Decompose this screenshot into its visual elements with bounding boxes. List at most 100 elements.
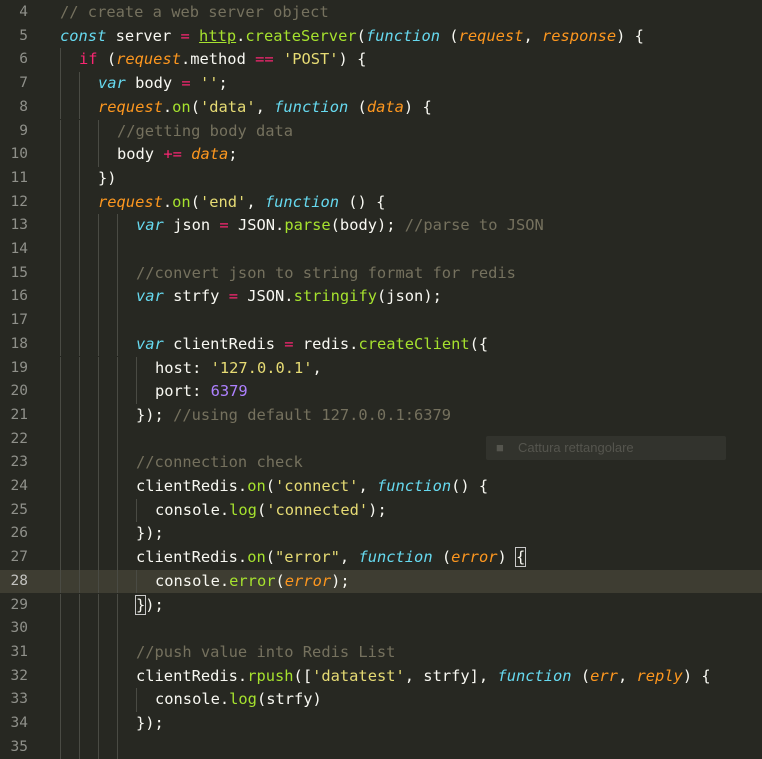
code-token: ); xyxy=(368,500,387,519)
code-token: if xyxy=(79,50,98,69)
code-line[interactable]: 17 xyxy=(0,309,762,333)
code-text[interactable]: console.error(error); xyxy=(155,570,350,594)
code-text[interactable]: //getting body data xyxy=(117,120,293,144)
code-line[interactable]: 18 var clientRedis = redis.createClient({ xyxy=(0,332,762,357)
code-token: rpush xyxy=(247,666,294,685)
line-number: 8 xyxy=(19,98,28,115)
code-text[interactable]: var strfy = JSON.stringify(json); xyxy=(136,285,442,309)
code-line[interactable]: 9 //getting body data xyxy=(0,119,762,144)
code-token: stringify xyxy=(293,287,377,306)
code-line[interactable]: 16 var strfy = JSON.stringify(json); xyxy=(0,285,762,310)
code-line[interactable]: 26}); xyxy=(0,522,762,547)
code-line[interactable]: 6 if (request.method == 'POST') { xyxy=(0,48,762,73)
code-token: ( xyxy=(97,50,117,69)
indent-guide xyxy=(60,475,61,499)
indent-guide xyxy=(60,356,61,381)
code-token: var xyxy=(136,334,164,353)
indent-guide xyxy=(117,214,118,238)
code-text[interactable]: host: '127.0.0.1', xyxy=(155,357,322,381)
code-token: 'datatest' xyxy=(312,666,405,685)
line-number: 34 xyxy=(10,715,28,731)
code-token: }); xyxy=(136,524,164,543)
code-text[interactable]: clientRedis.on('connect', function() { xyxy=(136,475,488,499)
line-number: 19 xyxy=(10,359,28,376)
code-line[interactable]: 11}) xyxy=(0,166,762,191)
code-text[interactable]: //push value into Redis List xyxy=(136,641,395,665)
code-token: createClient xyxy=(358,334,470,353)
code-text[interactable]: }); xyxy=(136,712,164,736)
code-line[interactable]: 12 request.on('end', function () { xyxy=(0,190,762,215)
indent-guide xyxy=(98,309,99,333)
code-token: //connection check xyxy=(136,453,303,472)
code-text[interactable]: // create a web server object xyxy=(60,1,329,25)
indent-guide xyxy=(79,309,80,333)
code-line[interactable]: 30 xyxy=(0,617,762,641)
code-text[interactable]: const server = http.createServer(functio… xyxy=(60,25,644,49)
code-line[interactable]: 34}); xyxy=(0,712,762,736)
code-text[interactable]: //connection check xyxy=(136,451,303,475)
code-text[interactable]: request.on('data', function (data) { xyxy=(98,96,432,120)
code-text[interactable]: var json = JSON.parse(body); //parse to … xyxy=(136,214,544,238)
code-text[interactable]: clientRedis.rpush(['datatest', strfy], f… xyxy=(136,665,711,689)
code-line[interactable]: 13 var json = JSON.parse(body); //parse t… xyxy=(0,214,762,238)
code-line[interactable]: 25 console.log('connected'); xyxy=(0,498,762,523)
code-line[interactable]: 7 var body = ''; xyxy=(0,72,762,96)
line-number: 17 xyxy=(10,312,28,329)
code-line[interactable]: 21}); //using default 127.0.0.1:6379 xyxy=(0,403,762,428)
code-line[interactable]: 31 //push value into Redis List xyxy=(0,640,762,665)
indent-guide xyxy=(117,332,118,357)
code-token: }); xyxy=(136,714,164,732)
code-text[interactable]: port: 6379 xyxy=(155,380,248,404)
code-token: ( xyxy=(356,26,366,45)
code-text[interactable]: console.log(strfy) xyxy=(155,688,322,712)
indent-guide xyxy=(79,380,80,404)
code-editor[interactable]: 4 // create a web server object 5 const ser… xyxy=(0,0,762,759)
code-token: // create a web server object xyxy=(60,3,329,21)
code-line[interactable]: 28 console.error(error); xyxy=(0,569,762,594)
code-text[interactable]: var body = ''; xyxy=(98,72,228,96)
code-text[interactable]: if (request.method == 'POST') { xyxy=(79,48,366,72)
code-line[interactable]: 33 console.log(strfy) xyxy=(0,688,762,712)
indent-guide xyxy=(98,617,99,641)
code-text[interactable]: }); //using default 127.0.0.1:6379 xyxy=(136,404,451,428)
indent-guide xyxy=(79,214,80,238)
code-line[interactable]: 14 xyxy=(0,238,762,262)
code-token: 'POST' xyxy=(282,50,339,69)
code-text[interactable]: }); xyxy=(136,522,164,546)
indent-guide xyxy=(117,664,118,689)
code-line[interactable]: 27 clientRedis.on("error", function (erro… xyxy=(0,546,762,570)
code-line[interactable]: 35 xyxy=(0,735,762,759)
code-line[interactable]: 29}); xyxy=(0,593,762,618)
code-token: , xyxy=(617,666,637,685)
code-token: var xyxy=(136,216,164,235)
indent-guide xyxy=(79,285,80,310)
code-text[interactable]: console.log('connected'); xyxy=(155,499,387,523)
code-text[interactable]: //convert json to string format for redi… xyxy=(136,262,516,286)
code-text[interactable]: var clientRedis = redis.createClient({ xyxy=(136,333,488,357)
indent-guide xyxy=(79,190,80,215)
indent-guide xyxy=(98,119,99,144)
code-token: , xyxy=(523,26,542,45)
code-line[interactable]: 8 request.on('data', function (data) { xyxy=(0,95,762,120)
code-line[interactable]: 19 host: '127.0.0.1', xyxy=(0,356,762,381)
code-line[interactable]: 24 clientRedis.on('connect', function() { xyxy=(0,475,762,499)
code-text[interactable]: body += data; xyxy=(117,143,238,167)
line-number: 11 xyxy=(10,169,28,186)
indent-guide xyxy=(98,546,99,570)
line-number: 22 xyxy=(10,430,28,447)
code-line[interactable]: 20 port: 6379 xyxy=(0,380,762,404)
code-token: error xyxy=(451,548,498,567)
code-line[interactable]: 15 //convert json to string format for re… xyxy=(0,261,762,286)
code-line[interactable]: 32 clientRedis.rpush(['datatest', strfy],… xyxy=(0,664,762,689)
code-text[interactable]: clientRedis.on("error", function (error)… xyxy=(136,546,527,570)
code-line[interactable]: 5 const server = http.createServer(functi… xyxy=(0,25,762,49)
code-text[interactable]: }); xyxy=(134,594,164,618)
code-token: . xyxy=(162,192,173,211)
code-token: //using default 127.0.0.1:6379 xyxy=(173,405,452,424)
code-line[interactable]: 10 body += data; xyxy=(0,143,762,167)
line-number: 31 xyxy=(10,643,28,660)
code-line[interactable]: 4 // create a web server object xyxy=(0,1,762,25)
code-text[interactable]: request.on('end', function () { xyxy=(98,191,385,215)
indent-guide xyxy=(60,451,61,475)
code-text[interactable]: }) xyxy=(98,167,117,191)
